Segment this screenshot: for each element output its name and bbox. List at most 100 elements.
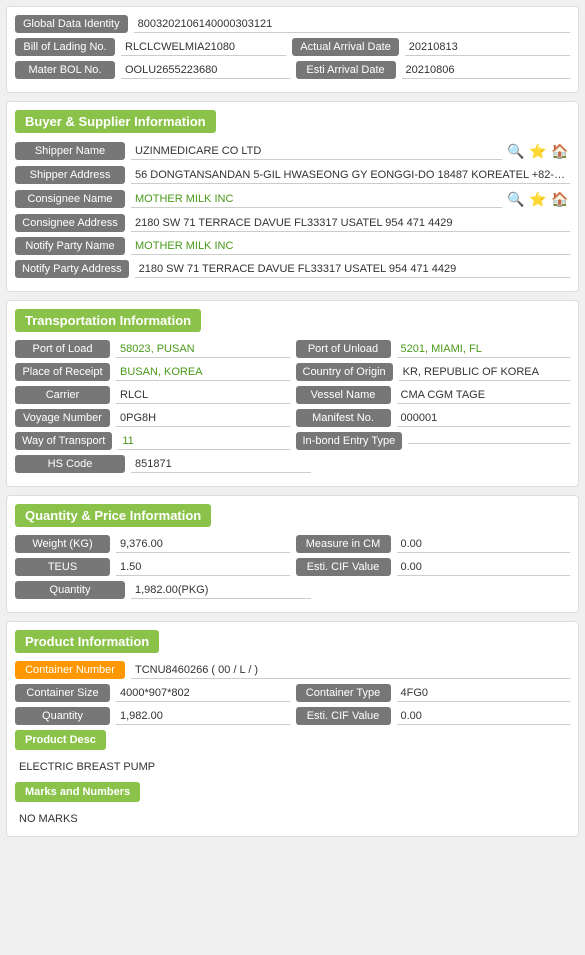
- esti-cif-label: Esti. CIF Value: [296, 558, 391, 576]
- product-esti-cif-value: 0.00: [397, 708, 571, 725]
- voyage-number-label: Voyage Number: [15, 409, 110, 427]
- esti-arrival-date-label: Esti Arrival Date: [296, 61, 396, 79]
- qp-row-1: Weight (KG) 9,376.00 Measure in CM 0.00: [15, 535, 570, 553]
- consignee-name-value: MOTHER MILK INC: [131, 191, 502, 208]
- global-data-identity-value: 8003202106140000303121: [134, 16, 570, 33]
- product-quantity-col: Quantity 1,982.00: [15, 707, 290, 725]
- star-icon[interactable]: ⭐: [528, 141, 548, 161]
- qp-quantity-label: Quantity: [15, 581, 125, 599]
- container-number-row: Container Number TCNU8460266 ( 00 / L / …: [15, 661, 570, 679]
- transport-row-1: Port of Load 58023, PUSAN Port of Unload…: [15, 340, 570, 358]
- buyer-supplier-header: Buyer & Supplier Information: [15, 110, 570, 141]
- in-bond-entry-col: In-bond Entry Type: [296, 432, 571, 450]
- esti-cif-col: Esti. CIF Value 0.00: [296, 558, 571, 576]
- hs-code-label: HS Code: [15, 455, 125, 473]
- product-header: Product Information: [15, 630, 570, 661]
- mater-bol-row: Mater BOL No. OOLU2655223680 Esti Arriva…: [15, 61, 570, 79]
- notify-party-name-row: Notify Party Name MOTHER MILK INC: [15, 237, 570, 255]
- quantity-price-section: Quantity & Price Information Weight (KG)…: [6, 495, 579, 613]
- container-number-label: Container Number: [15, 661, 125, 679]
- vessel-name-value: CMA CGM TAGE: [397, 387, 571, 404]
- shipper-address-value: 56 DONGTANSANDAN 5-GIL HWASEONG GY EONGG…: [131, 167, 570, 184]
- vessel-name-col: Vessel Name CMA CGM TAGE: [296, 386, 571, 404]
- measure-cm-label: Measure in CM: [296, 535, 391, 553]
- shipper-name-icons: 🔍 ⭐ 🏠: [506, 141, 570, 161]
- qp-quantity-row: Quantity 1,982.00(PKG): [15, 581, 570, 599]
- shipper-address-row: Shipper Address 56 DONGTANSANDAN 5-GIL H…: [15, 166, 570, 184]
- global-data-identity-label: Global Data Identity: [15, 15, 128, 33]
- marks-numbers-button[interactable]: Marks and Numbers: [15, 782, 140, 802]
- container-type-col: Container Type 4FG0: [296, 684, 571, 702]
- product-desc-text: ELECTRIC BREAST PUMP: [15, 758, 570, 776]
- voyage-number-col: Voyage Number 0PG8H: [15, 409, 290, 427]
- notify-party-address-value: 2180 SW 71 TERRACE DAVUE FL33317 USATEL …: [135, 261, 570, 278]
- container-size-col: Container Size 4000*907*802: [15, 684, 290, 702]
- transport-row-2: Place of Receipt BUSAN, KOREA Country of…: [15, 363, 570, 381]
- transportation-section: Transportation Information Port of Load …: [6, 300, 579, 487]
- quantity-price-header: Quantity & Price Information: [15, 504, 570, 535]
- buyer-supplier-section: Buyer & Supplier Information Shipper Nam…: [6, 101, 579, 292]
- consignee-star-icon[interactable]: ⭐: [528, 189, 548, 209]
- search-icon[interactable]: 🔍: [506, 141, 526, 161]
- transportation-header: Transportation Information: [15, 309, 570, 340]
- carrier-value: RLCL: [116, 387, 290, 404]
- notify-party-address-row: Notify Party Address 2180 SW 71 TERRACE …: [15, 260, 570, 278]
- weight-label: Weight (KG): [15, 535, 110, 553]
- in-bond-entry-label: In-bond Entry Type: [296, 432, 403, 450]
- country-of-origin-label: Country of Origin: [296, 363, 393, 381]
- manifest-no-label: Manifest No.: [296, 409, 391, 427]
- container-number-value: TCNU8460266 ( 00 / L / ): [131, 662, 570, 679]
- product-desc-button[interactable]: Product Desc: [15, 730, 106, 750]
- in-bond-entry-value: [408, 439, 570, 444]
- product-desc-container: Product Desc: [15, 730, 570, 754]
- port-of-unload-value: 5201, MIAMI, FL: [397, 341, 571, 358]
- country-of-origin-col: Country of Origin KR, REPUBLIC OF KOREA: [296, 363, 571, 381]
- weight-col: Weight (KG) 9,376.00: [15, 535, 290, 553]
- mater-bol-value: OOLU2655223680: [121, 62, 290, 79]
- bill-of-lading-label: Bill of Lading No.: [15, 38, 115, 56]
- port-of-load-label: Port of Load: [15, 340, 110, 358]
- place-of-receipt-label: Place of Receipt: [15, 363, 110, 381]
- actual-arrival-date-label: Actual Arrival Date: [292, 38, 398, 56]
- global-data-identity-row: Global Data Identity 8003202106140000303…: [15, 15, 570, 33]
- teus-col: TEUS 1.50: [15, 558, 290, 576]
- bill-of-lading-row: Bill of Lading No. RLCLCWELMIA21080 Actu…: [15, 38, 570, 56]
- consignee-name-icons: 🔍 ⭐ 🏠: [506, 189, 570, 209]
- consignee-home-icon[interactable]: 🏠: [550, 189, 570, 209]
- marks-numbers-text: NO MARKS: [15, 810, 570, 828]
- port-of-load-value: 58023, PUSAN: [116, 341, 290, 358]
- hs-code-value: 851871: [131, 456, 311, 473]
- product-section: Product Information Container Number TCN…: [6, 621, 579, 837]
- notify-party-name-value: MOTHER MILK INC: [131, 238, 570, 255]
- country-of-origin-value: KR, REPUBLIC OF KOREA: [399, 364, 570, 381]
- transport-row-4: Voyage Number 0PG8H Manifest No. 000001: [15, 409, 570, 427]
- weight-value: 9,376.00: [116, 536, 290, 553]
- shipper-name-value: UZINMEDICARE CO LTD: [131, 143, 502, 160]
- actual-arrival-date-value: 20210813: [405, 39, 570, 56]
- shipper-name-label: Shipper Name: [15, 142, 125, 160]
- qp-row-2: TEUS 1.50 Esti. CIF Value 0.00: [15, 558, 570, 576]
- mater-bol-label: Mater BOL No.: [15, 61, 115, 79]
- esti-cif-value: 0.00: [397, 559, 571, 576]
- notify-party-name-label: Notify Party Name: [15, 237, 125, 255]
- measure-cm-col: Measure in CM 0.00: [296, 535, 571, 553]
- teus-label: TEUS: [15, 558, 110, 576]
- container-type-value: 4FG0: [397, 685, 571, 702]
- transport-row-3: Carrier RLCL Vessel Name CMA CGM TAGE: [15, 386, 570, 404]
- identity-section: Global Data Identity 8003202106140000303…: [6, 6, 579, 93]
- consignee-search-icon[interactable]: 🔍: [506, 189, 526, 209]
- qp-quantity-value: 1,982.00(PKG): [131, 582, 311, 599]
- vessel-name-label: Vessel Name: [296, 386, 391, 404]
- consignee-address-label: Consignee Address: [15, 214, 125, 232]
- teus-value: 1.50: [116, 559, 290, 576]
- home-icon[interactable]: 🏠: [550, 141, 570, 161]
- way-of-transport-col: Way of Transport 11: [15, 432, 290, 450]
- port-of-load-col: Port of Load 58023, PUSAN: [15, 340, 290, 358]
- measure-cm-value: 0.00: [397, 536, 571, 553]
- container-type-label: Container Type: [296, 684, 391, 702]
- manifest-no-col: Manifest No. 000001: [296, 409, 571, 427]
- container-size-type-row: Container Size 4000*907*802 Container Ty…: [15, 684, 570, 702]
- product-quantity-label: Quantity: [15, 707, 110, 725]
- manifest-no-value: 000001: [397, 410, 571, 427]
- consignee-name-label: Consignee Name: [15, 190, 125, 208]
